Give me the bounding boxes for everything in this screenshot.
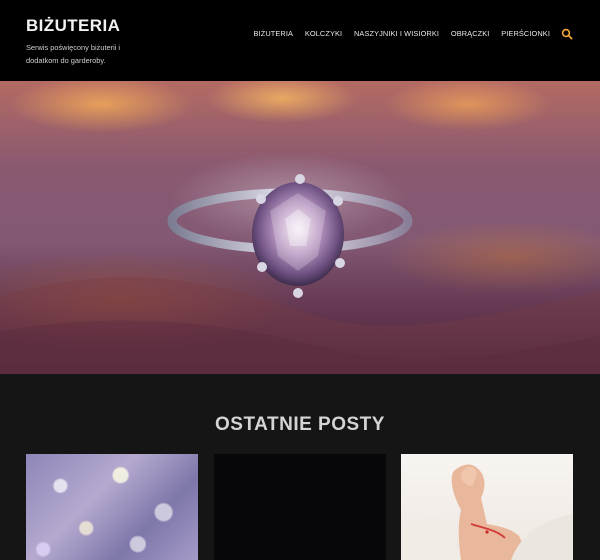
nav-item-kolczyki[interactable]: KOLCZYKI [305, 29, 342, 38]
post-thumbnail [26, 454, 198, 560]
nav-item-obraczki[interactable]: OBRĄCZKI [451, 29, 490, 38]
nav-item-bizuteria[interactable]: BIŻUTERIA [254, 29, 294, 38]
post-card-1[interactable] [26, 454, 198, 560]
post-card-2[interactable] [214, 454, 386, 560]
post-card-3[interactable] [401, 454, 573, 560]
site-header: BIŻUTERIA Serwis poświęcony biżuterii i … [0, 0, 600, 81]
diamond-ring-image [0, 81, 600, 374]
nav-item-pierscionki[interactable]: PIERŚCIONKI [501, 29, 550, 38]
site-title[interactable]: BIŻUTERIA [26, 15, 156, 37]
post-thumbnail [214, 454, 386, 560]
site-branding: BIŻUTERIA Serwis poświęcony biżuterii i … [26, 15, 156, 67]
search-button[interactable] [561, 27, 573, 40]
main-nav: BIŻUTERIA KOLCZYKI NASZYJNIKI I WISIORKI… [242, 29, 550, 38]
recent-posts-heading: OSTATNIE POSTY [215, 414, 385, 435]
search-icon [561, 28, 573, 40]
nav-item-naszyjniki[interactable]: NASZYJNIKI I WISIORKI [354, 29, 439, 38]
hero-image [0, 81, 600, 374]
post-thumbnail [401, 464, 573, 560]
site-tagline: Serwis poświęcony biżuterii i dodatkom d… [26, 43, 121, 65]
